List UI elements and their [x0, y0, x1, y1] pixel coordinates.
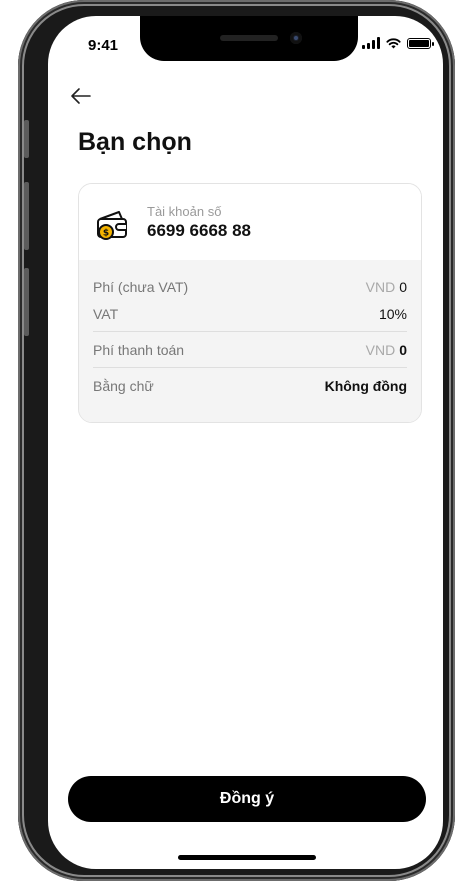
- status-icons: [362, 37, 434, 49]
- battery-icon: [407, 37, 434, 49]
- front-camera: [290, 32, 302, 44]
- arrow-left-icon[interactable]: [70, 86, 92, 106]
- fee-pre-vat-label: Phí (chưa VAT): [93, 278, 189, 295]
- fee-row-payment: Phí thanh toán VND 0: [93, 336, 407, 363]
- page-title: Bạn chọn: [78, 128, 192, 156]
- status-time: 9:41: [88, 37, 119, 54]
- phone-volume-up-button: [24, 182, 29, 250]
- notch: [140, 16, 358, 61]
- home-indicator: [178, 855, 316, 860]
- confirm-button[interactable]: Đồng ý: [68, 776, 426, 822]
- vat-value: 10%: [378, 305, 407, 322]
- account-label: Tài khoản số: [147, 204, 222, 219]
- fee-row-vat: VAT 10%: [93, 300, 407, 327]
- phone-mute-switch: [24, 120, 29, 158]
- fee-row-pre-vat: Phí (chưa VAT) VND 0: [93, 273, 407, 300]
- fee-row-in-words: Bằng chữ Không đồng: [93, 372, 407, 399]
- svg-text:$: $: [103, 229, 109, 239]
- divider: [93, 367, 407, 368]
- fee-pre-vat-currency: VND: [365, 278, 396, 295]
- wifi-icon: [386, 37, 401, 48]
- wallet-coin-icon: $: [97, 211, 127, 240]
- payment-fee-value: 0: [399, 341, 407, 358]
- vat-label: VAT: [93, 305, 119, 322]
- in-words-value: Không đồng: [324, 377, 407, 394]
- account-summary-card: $ Tài khoản số 6699 6668 88 Phí (chưa VA…: [78, 183, 422, 423]
- payment-fee-label: Phí thanh toán: [93, 341, 185, 358]
- fee-details: Phí (chưa VAT) VND 0 VAT 10% Phí thanh to…: [79, 260, 421, 422]
- divider: [93, 331, 407, 332]
- signal-icon: [362, 37, 380, 49]
- phone-volume-down-button: [24, 268, 29, 336]
- in-words-label: Bằng chữ: [93, 377, 154, 394]
- speaker: [220, 35, 278, 41]
- account-number: 6699 6668 88: [147, 221, 251, 240]
- account-header: $ Tài khoản số 6699 6668 88: [79, 184, 421, 260]
- app-screen: 9:41 Bạn chọn $ Tài khoản số 6699 6668 8…: [48, 16, 443, 869]
- payment-fee-currency: VND: [365, 341, 396, 358]
- fee-pre-vat-value: 0: [399, 278, 407, 295]
